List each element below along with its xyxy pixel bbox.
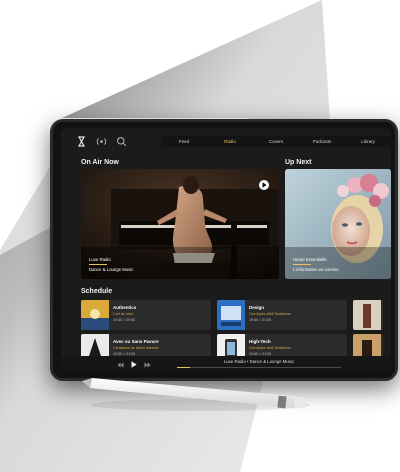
top-icons xyxy=(61,135,153,147)
tab-covers[interactable]: Covers xyxy=(253,139,299,144)
up-next-show: Heure Essentielle xyxy=(293,257,327,262)
schedule-title: Schedule xyxy=(81,288,113,295)
stage: Feed Radio Covers Podcasts Library On Ai… xyxy=(0,0,400,472)
schedule-thumbnail xyxy=(217,300,245,330)
player-bar: Luxe Radio • Dance & Lounge Music xyxy=(61,356,391,372)
on-air-subtitle: Dance & Lounge Music xyxy=(89,267,134,272)
up-next-card[interactable]: Heure Essentielle L'information en conti… xyxy=(285,169,391,279)
play-button[interactable] xyxy=(259,180,269,190)
skip-forward-icon[interactable] xyxy=(144,355,151,372)
piano-player-image xyxy=(81,169,279,279)
up-next-divider xyxy=(293,264,311,265)
tab-bar: Feed Radio Covers Podcasts Library xyxy=(161,136,391,147)
up-next-title: Up Next xyxy=(285,159,312,166)
app-screen: Feed Radio Covers Podcasts Library On Ai… xyxy=(61,128,391,372)
schedule-item[interactable]: Vo xyxy=(353,300,383,330)
on-air-card[interactable]: Luxe Radio Dance & Lounge Music xyxy=(81,169,279,279)
tab-library[interactable]: Library xyxy=(345,139,391,144)
progress-bar[interactable] xyxy=(177,367,341,368)
on-air-title: On Air Now xyxy=(81,159,119,166)
now-playing-track: Luxe Radio • Dance & Lounge Music xyxy=(223,359,295,364)
progress-fill xyxy=(177,367,191,368)
on-air-station: Luxe Radio xyxy=(89,257,111,262)
schedule-item-subtitle: L'art de vivre xyxy=(113,312,134,316)
broadcast-icon[interactable] xyxy=(95,135,107,147)
play-icon[interactable] xyxy=(131,355,137,372)
schedule-item-title: Authentics xyxy=(113,305,137,310)
player-controls xyxy=(61,355,151,372)
schedule-thumbnail xyxy=(353,300,381,330)
schedule-item-title: Avec ou Sans Pavure xyxy=(113,339,159,344)
tab-feed[interactable]: Feed xyxy=(161,139,207,144)
schedule-item-time: 19:50 > 21:00 xyxy=(249,318,272,322)
schedule-thumbnail xyxy=(81,300,109,330)
schedule-item[interactable]: Authentics L'art de vivre 19:50 > 20:50 xyxy=(81,300,211,330)
tab-radio[interactable]: Radio xyxy=(207,139,253,144)
skip-back-icon[interactable] xyxy=(117,355,124,372)
schedule-row: Authentics L'art de vivre 19:50 > 20:50 … xyxy=(81,300,383,330)
top-bar: Feed Radio Covers Podcasts Library xyxy=(61,128,391,154)
tablet-device: Feed Radio Covers Podcasts Library On Ai… xyxy=(50,119,398,381)
schedule-item-subtitle: Ces Après-Midi Tentations xyxy=(249,312,291,316)
schedule-item-title: Design xyxy=(249,305,265,310)
logo-icon[interactable] xyxy=(75,135,87,147)
on-air-divider xyxy=(89,264,107,265)
schedule-item-subtitle: Ces Après-Midi Tentations xyxy=(249,346,291,350)
schedule-item-title: High-Tech xyxy=(249,339,271,344)
play-icon xyxy=(262,182,267,188)
tab-podcasts[interactable]: Podcasts xyxy=(299,139,345,144)
schedule-item[interactable]: Design Ces Après-Midi Tentations 19:50 >… xyxy=(217,300,347,330)
schedule-item-subtitle: L'émission de début d'année xyxy=(113,346,159,350)
schedule-item-time: 19:50 > 20:50 xyxy=(113,318,136,322)
search-icon[interactable] xyxy=(115,135,127,147)
up-next-subtitle: L'information en continu xyxy=(293,267,339,272)
portrait-image xyxy=(285,169,391,279)
